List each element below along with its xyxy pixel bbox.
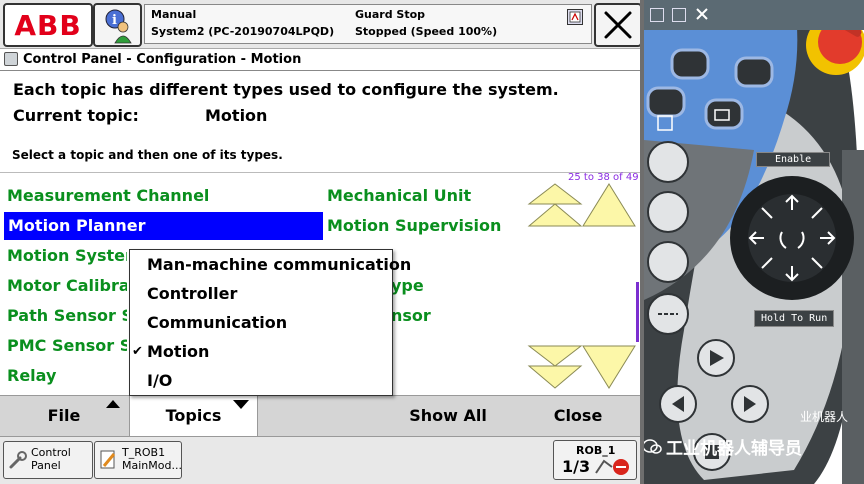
operating-mode: Manual	[151, 8, 197, 21]
show-all-button[interactable]: Show All	[400, 396, 496, 436]
quickset-button[interactable]: ROB_1 1/3	[553, 440, 637, 480]
type-item[interactable]: Mechanical Unit	[327, 182, 517, 210]
program-editor-task[interactable]: T_ROB1 MainMod...	[94, 441, 182, 479]
guard-status: Guard Stop	[355, 8, 426, 21]
operator-info-icon: i	[105, 9, 132, 44]
type-item-partial[interactable]: nsor	[391, 302, 491, 330]
close-application-button[interactable]	[594, 3, 642, 47]
type-item[interactable]: Motion System	[7, 242, 127, 270]
watermark-text: 工业机器人辅导员	[666, 439, 802, 459]
status-panel[interactable]: Manual System2 (PC-20190704LPQD) Guard S…	[144, 4, 592, 44]
topic-option[interactable]: Communication	[130, 308, 392, 337]
wrench-icon	[9, 451, 27, 469]
menu-down-arrow-icon	[233, 400, 249, 409]
topic-option-checked[interactable]: ✔ Motion	[130, 337, 392, 366]
programmable-keys	[646, 48, 774, 131]
enable-label: Enable	[756, 152, 831, 167]
top-status-bar: ABB i Manual System2 (PC-20190704LPQD) G…	[0, 0, 644, 49]
checkmark-icon: ✔	[132, 344, 143, 359]
run-state: Stopped (Speed 100%)	[355, 25, 498, 38]
joystick	[730, 176, 854, 300]
topic-option[interactable]: Controller	[130, 279, 392, 308]
control-panel-icon	[4, 52, 18, 66]
page-down-button[interactable]	[527, 344, 583, 390]
abb-logo: ABB	[14, 8, 82, 42]
current-topic-value: Motion	[205, 106, 268, 125]
scrollbar[interactable]	[636, 282, 639, 342]
type-item[interactable]: Measurement Channel	[7, 182, 319, 210]
scroll-down-button[interactable]	[581, 344, 637, 390]
scroll-up-button[interactable]	[581, 182, 637, 228]
menu-up-arrow-icon	[106, 400, 120, 408]
abb-menu-button[interactable]: ABB	[3, 3, 93, 47]
type-item[interactable]: PMC Sensor Se	[7, 332, 127, 360]
current-topic-label: Current topic:	[13, 106, 139, 125]
virtual-flexpendant-hardware: Enable Hold To Run 业机器人 工业机器人辅导员	[644, 0, 864, 484]
type-item[interactable]: Path Sensor Sy	[7, 302, 127, 330]
jog-status-icon	[595, 459, 629, 475]
topic-option[interactable]: I/O	[130, 366, 392, 395]
motors-status-icon	[567, 9, 583, 25]
topics-dropdown: Man-machine communication Controller Com…	[129, 249, 411, 396]
command-bar: File Topics Show All Close	[0, 395, 640, 437]
breadcrumb: Control Panel - Configuration - Motion	[4, 50, 301, 68]
control-panel-task[interactable]: Control Panel	[3, 441, 93, 479]
side-text: 业机器人	[800, 410, 849, 424]
type-item-selected[interactable]: Motion Planner	[4, 212, 323, 240]
taskbar: Control Panel T_ROB1 MainMod...	[0, 436, 640, 484]
instruction-text: Select a topic and then one of its types…	[12, 148, 283, 162]
type-item[interactable]: Relay	[7, 362, 127, 390]
operator-window-button[interactable]: i	[93, 3, 142, 47]
jog-select-keys	[647, 141, 689, 335]
divider	[0, 70, 640, 71]
page-up-button[interactable]	[527, 182, 583, 228]
close-icon	[604, 11, 632, 39]
wechat-icon	[644, 439, 662, 454]
type-item[interactable]: Motor Calibration	[7, 272, 127, 300]
file-menu-button[interactable]: File	[0, 396, 128, 436]
topic-option[interactable]: Man-machine communication	[130, 250, 411, 279]
increment-fraction: 1/3	[562, 457, 591, 476]
breadcrumb-text: Control Panel - Configuration - Motion	[23, 51, 302, 67]
type-item[interactable]: Motion Supervision	[327, 212, 517, 240]
robot-status-icon	[569, 11, 581, 23]
hold-to-run-label: Hold To Run	[754, 310, 835, 327]
program-editor-icon	[100, 450, 116, 469]
intro-text: Each topic has different types used to c…	[13, 80, 559, 99]
system-name: System2 (PC-20190704LPQD)	[151, 25, 335, 38]
close-button[interactable]: Close	[520, 396, 636, 436]
flexpendant-screen: ABB i Manual System2 (PC-20190704LPQD) G…	[0, 0, 644, 484]
svg-text:i: i	[112, 13, 117, 28]
topics-menu-button[interactable]: Topics	[129, 396, 258, 437]
